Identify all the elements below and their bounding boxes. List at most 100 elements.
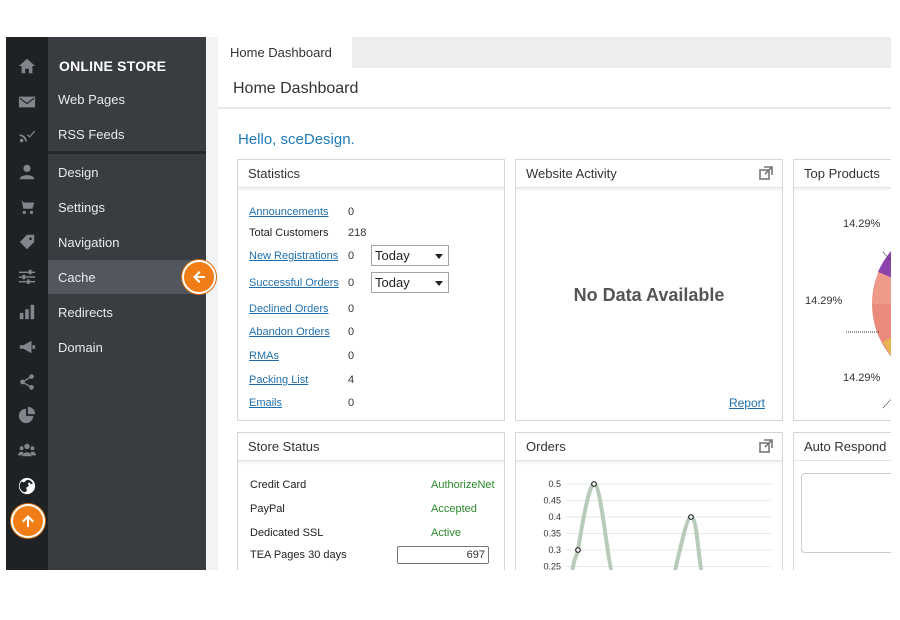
orders-data-point [591, 481, 597, 487]
pie-label: 14.29% [805, 295, 843, 307]
stat-row: Emails 0 [249, 395, 370, 411]
successful-orders-link[interactable]: Successful Orders [249, 277, 348, 289]
section-nav: ONLINE STORE Web Pages RSS Feeds Design … [48, 37, 206, 570]
store-status-header: Store Status [238, 433, 504, 461]
stat-value: 0 [348, 277, 355, 289]
users-icon[interactable] [6, 433, 48, 467]
home-icon[interactable] [6, 49, 48, 83]
nav-item-web-pages[interactable]: Web Pages [48, 82, 206, 116]
pie-chart-icon[interactable] [6, 398, 48, 432]
orders-panel: Orders 0.5 0.45 0.4 0.35 0.3 0.25 [515, 432, 783, 570]
sliders-icon[interactable] [6, 260, 48, 294]
pie-leader [882, 398, 891, 409]
rmas-link[interactable]: RMAs [249, 350, 348, 362]
cart-icon[interactable] [6, 190, 48, 224]
pie-label: 14.29% [843, 372, 881, 384]
main-content: Home Dashboard Home Dashboard Hello, sce… [218, 37, 891, 570]
nav-item-settings[interactable]: Settings [48, 190, 206, 224]
auto-responder-header: Auto Respond [794, 433, 891, 461]
store-status-panel: Store Status Credit Card AuthorizeNet Pa… [237, 432, 505, 570]
store-status-title: Store Status [248, 439, 320, 454]
select-value: Today [375, 275, 410, 290]
stat-value: 0 [348, 303, 355, 315]
scroll-top-button[interactable] [11, 504, 45, 538]
statistics-title: Statistics [248, 166, 301, 181]
top-products-header: Top Products [794, 160, 891, 188]
abandon-orders-link[interactable]: Abandon Orders [249, 326, 348, 338]
ssl-value: Active [431, 527, 461, 539]
icon-rail [6, 37, 48, 570]
announcements-link[interactable]: Announcements [249, 206, 348, 218]
new-registrations-link[interactable]: New Registrations [249, 250, 348, 262]
y-tick-label: 0.45 [543, 496, 561, 506]
paypal-value: Accepted [431, 503, 477, 515]
share-icon[interactable] [6, 365, 48, 399]
auto-responder-title: Auto Respond [804, 439, 887, 454]
orders-period-select[interactable]: Today [371, 272, 449, 293]
rss-check-icon[interactable] [6, 119, 48, 153]
stat-row: Successful Orders 0 [249, 275, 370, 291]
website-activity-title: Website Activity [526, 166, 617, 181]
orders-title: Orders [526, 439, 566, 454]
nav-item-rss-feeds[interactable]: RSS Feeds [48, 117, 206, 151]
stat-value: 0 [348, 206, 355, 218]
popout-icon[interactable] [759, 439, 773, 453]
globe-icon[interactable] [6, 469, 48, 503]
report-link[interactable]: Report [729, 396, 765, 410]
statistics-header: Statistics [238, 160, 504, 188]
registrations-period-select[interactable]: Today [371, 245, 449, 266]
tab-home-dashboard[interactable]: Home Dashboard [218, 37, 352, 68]
tab-bar: Home Dashboard [218, 37, 891, 68]
app-window: ONLINE STORE Web Pages RSS Feeds Design … [6, 37, 891, 570]
tag-icon[interactable] [6, 225, 48, 259]
stat-value: 0 [348, 397, 355, 409]
collapse-nav-button[interactable] [182, 260, 216, 294]
arrow-left-icon [193, 271, 205, 283]
greeting: Hello, sceDesign. [238, 131, 355, 148]
auto-responder-box [801, 473, 891, 553]
website-activity-header: Website Activity [516, 160, 782, 188]
stat-row: New Registrations 0 [249, 248, 370, 264]
bar-chart-icon[interactable] [6, 295, 48, 329]
y-tick-label: 0.25 [543, 562, 561, 571]
arrow-up-icon [22, 515, 34, 527]
y-tick-label: 0.3 [548, 545, 561, 555]
stat-value: 4 [348, 374, 355, 386]
popout-icon[interactable] [759, 166, 773, 180]
stat-value: 0 [348, 250, 355, 262]
user-icon[interactable] [6, 155, 48, 189]
orders-data-point [575, 547, 581, 553]
top-products-title: Top Products [804, 166, 880, 181]
page-title: Home Dashboard [233, 80, 359, 97]
packing-list-link[interactable]: Packing List [249, 374, 348, 386]
stat-row: Announcements 0 [249, 204, 370, 220]
stat-row: Declined Orders 0 [249, 301, 370, 317]
auto-responder-panel: Auto Respond [793, 432, 891, 570]
tea-pages-input[interactable]: 697 [397, 546, 489, 564]
nav-item-design[interactable]: Design [48, 155, 206, 189]
nav-item-domain[interactable]: Domain [48, 330, 206, 364]
website-activity-panel: Website Activity No Data Available Repor… [515, 159, 783, 421]
megaphone-icon[interactable] [6, 330, 48, 364]
top-products-panel: Top Products 14.29% 14.29% 14.29% [793, 159, 891, 421]
stat-row: RMAs 0 [249, 348, 370, 364]
stat-row: Total Customers 218 [249, 225, 370, 241]
orders-series-line [570, 481, 704, 570]
mail-icon[interactable] [6, 85, 48, 119]
ssl-label: Dedicated SSL [250, 527, 324, 539]
no-data-message: No Data Available [573, 285, 725, 305]
statistics-panel: Statistics Announcements 0 Total Customer… [237, 159, 505, 421]
credit-card-value: AuthorizeNet [431, 479, 495, 491]
nav-item-navigation[interactable]: Navigation [48, 225, 206, 259]
caret-down-icon [435, 281, 443, 286]
orders-header: Orders [516, 433, 782, 461]
paypal-label: PayPal [250, 503, 285, 515]
nav-title: ONLINE STORE [59, 58, 167, 74]
total-customers-label: Total Customers [249, 227, 329, 239]
emails-link[interactable]: Emails [249, 397, 348, 409]
declined-orders-link[interactable]: Declined Orders [249, 303, 348, 315]
nav-item-redirects[interactable]: Redirects [48, 295, 206, 329]
select-value: Today [375, 248, 410, 263]
stat-row: Packing List 4 [249, 372, 370, 388]
y-tick-label: 0.35 [543, 529, 561, 539]
